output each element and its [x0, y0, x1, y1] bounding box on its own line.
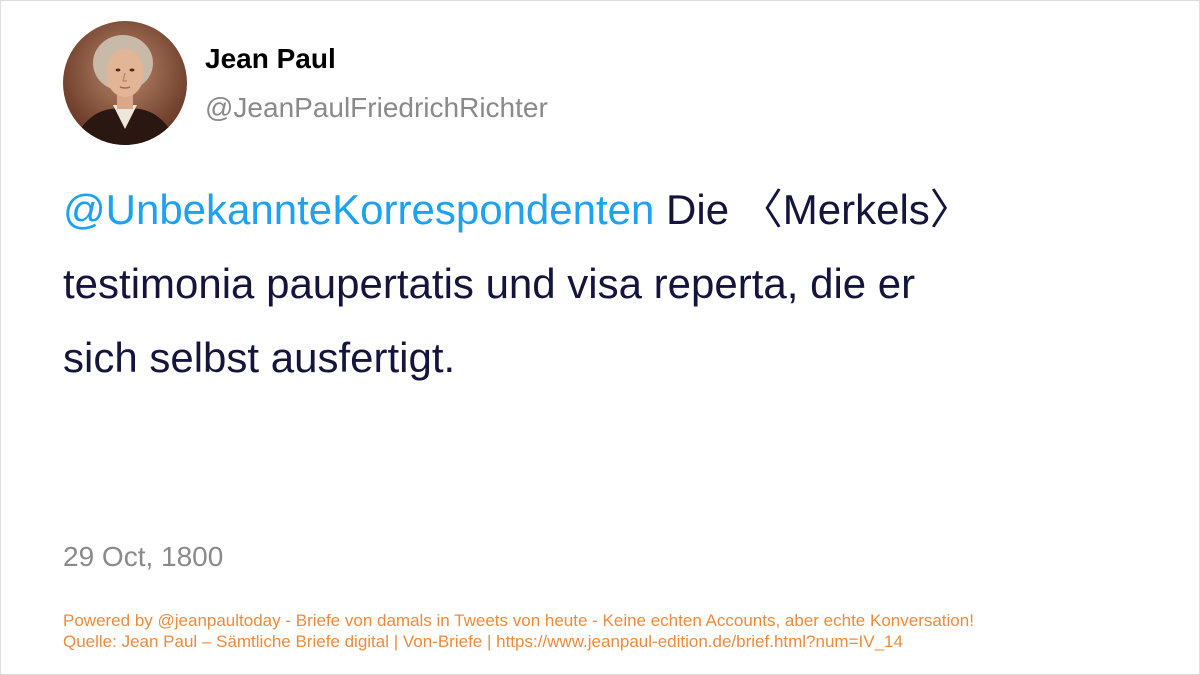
author-handle[interactable]: @JeanPaulFriedrichRichter [205, 90, 548, 126]
tweet-card: Jean Paul @JeanPaulFriedrichRichter @Unb… [0, 0, 1200, 675]
footer-powered-by: Powered by @jeanpaultoday - Briefe von d… [63, 611, 974, 630]
tweet-text-line-2: testimonia paupertatis und visa reperta,… [63, 260, 916, 307]
footer-source: Quelle: Jean Paul – Sämtliche Briefe dig… [63, 632, 903, 651]
tweet-text-line-1: Die 〈Merkels〉 [654, 186, 972, 233]
tweet-date: 29 Oct, 1800 [63, 541, 224, 572]
tweet-text-line-3: sich selbst ausfertigt. [63, 334, 456, 381]
footer: Powered by @jeanpaultoday - Briefe von d… [63, 610, 974, 652]
mention-link[interactable]: @UnbekannteKorrespondenten [63, 186, 654, 233]
avatar[interactable] [63, 21, 187, 145]
author-display-name[interactable]: Jean Paul [205, 41, 336, 77]
tweet-text: @UnbekannteKorrespondenten Die 〈Merkels〉… [63, 173, 1063, 395]
portrait-avatar-icon [63, 21, 187, 145]
